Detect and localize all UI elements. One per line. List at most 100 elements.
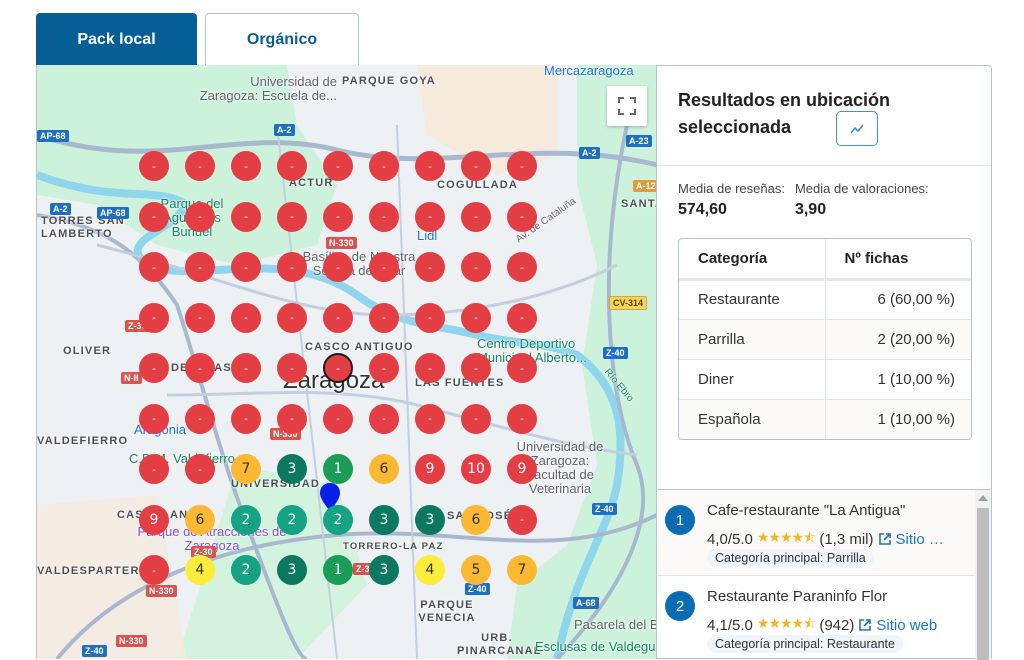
tab-pack-local[interactable]: Pack local	[36, 13, 197, 66]
grid-marker[interactable]: -	[277, 403, 307, 434]
grid-marker[interactable]: -	[323, 201, 353, 232]
grid-marker[interactable]: 3	[277, 555, 307, 585]
grid-marker[interactable]: 10	[461, 454, 491, 484]
result-name[interactable]: Cafe-restaurante "La Antigua"	[707, 502, 905, 519]
map[interactable]: PARQUE GOYA ACTUR COGULLADA TORRES SAN L…	[36, 65, 656, 659]
grid-marker[interactable]: 1	[323, 555, 353, 585]
grid-marker[interactable]: -	[415, 252, 445, 282]
grid-marker[interactable]: -	[139, 403, 169, 434]
results-scrollbar[interactable]	[975, 490, 991, 660]
poi-uni-escuela[interactable]: Universidad de Zaragoza: Escuela de...	[197, 75, 337, 103]
grid-marker[interactable]: -	[277, 151, 307, 181]
grid-marker[interactable]: 9	[415, 454, 445, 484]
grid-marker[interactable]: 9	[139, 504, 169, 535]
grid-marker[interactable]: -	[415, 201, 445, 232]
grid-marker[interactable]: -	[323, 151, 353, 181]
grid-marker[interactable]: -	[185, 353, 215, 383]
grid-marker[interactable]: 7	[231, 454, 261, 484]
grid-marker[interactable]: 6	[461, 504, 491, 535]
grid-marker[interactable]: -	[415, 151, 445, 181]
grid-marker[interactable]: 6	[185, 504, 215, 535]
grid-marker[interactable]: -	[231, 201, 261, 232]
grid-marker[interactable]: -	[369, 252, 399, 282]
grid-marker[interactable]: 5	[461, 555, 491, 585]
grid-marker[interactable]: -	[461, 353, 491, 383]
scroll-thumb[interactable]	[977, 508, 989, 660]
grid-marker[interactable]: 6	[369, 454, 399, 484]
grid-marker[interactable]: -	[369, 201, 399, 232]
grid-marker[interactable]: 2	[231, 555, 261, 585]
grid-marker[interactable]: -	[507, 201, 537, 232]
grid-marker[interactable]: 3	[277, 454, 307, 484]
poi-mercazaragoza[interactable]: Mercazaragoza	[544, 65, 634, 78]
column-header-category[interactable]: Categoría	[679, 239, 825, 281]
grid-marker[interactable]: -	[231, 403, 261, 434]
grid-marker[interactable]: 3	[369, 504, 399, 535]
website-link[interactable]: Sitio …	[878, 531, 944, 548]
grid-marker[interactable]: -	[277, 252, 307, 282]
poi-centro-deportivo[interactable]: Centro Deportivo Municipal Alberto...	[477, 337, 607, 365]
grid-marker[interactable]: -	[185, 403, 215, 434]
grid-marker[interactable]: -	[231, 353, 261, 383]
grid-marker[interactable]: -	[139, 454, 169, 484]
column-header-count[interactable]: Nº fichas	[824, 239, 971, 281]
grid-marker[interactable]: -	[461, 151, 491, 181]
grid-marker[interactable]: -	[185, 252, 215, 282]
grid-marker[interactable]: -	[139, 353, 169, 383]
grid-marker[interactable]: -	[139, 252, 169, 282]
grid-marker[interactable]: -	[231, 151, 261, 181]
tab-organico[interactable]: Orgánico	[205, 13, 359, 66]
list-item[interactable]: 1 Cafe-restaurante "La Antigua" 4,0/5.0 …	[657, 490, 975, 576]
grid-marker[interactable]: -	[507, 151, 537, 181]
grid-marker[interactable]: -	[369, 302, 399, 333]
grid-marker[interactable]: -	[369, 403, 399, 434]
grid-marker[interactable]: -	[461, 302, 491, 333]
grid-marker[interactable]: 9	[507, 454, 537, 484]
list-item[interactable]: 2 Restaurante Paraninfo Flor 4,1/5.0 ★★★…	[657, 576, 975, 660]
grid-marker[interactable]: -	[507, 353, 537, 383]
grid-marker[interactable]: -	[139, 151, 169, 181]
grid-marker[interactable]: 2	[323, 504, 353, 535]
poi-basilica[interactable]: Basílica de Nuestra Señora del Pilar	[299, 250, 419, 278]
trend-button[interactable]	[836, 111, 878, 146]
grid-marker[interactable]: -	[415, 302, 445, 333]
grid-marker[interactable]: -	[185, 151, 215, 181]
grid-marker[interactable]: -	[231, 252, 261, 282]
grid-marker[interactable]: -	[277, 353, 307, 383]
grid-marker[interactable]: 1	[323, 454, 353, 484]
grid-marker[interactable]: -	[369, 151, 399, 181]
grid-marker[interactable]: -	[277, 201, 307, 232]
grid-marker[interactable]: -	[415, 403, 445, 434]
grid-marker[interactable]: -	[185, 302, 215, 333]
grid-marker[interactable]: 2	[231, 504, 261, 535]
grid-marker[interactable]: -	[139, 555, 169, 585]
grid-marker[interactable]: 3	[369, 555, 399, 585]
grid-marker[interactable]: 4	[185, 555, 215, 585]
grid-marker[interactable]: 4	[415, 555, 445, 585]
grid-marker[interactable]: -	[323, 403, 353, 434]
poi-pasarela[interactable]: Pasarela del Bicentenario	[574, 617, 656, 632]
grid-marker[interactable]: -	[323, 252, 353, 282]
fullscreen-button[interactable]	[607, 86, 647, 126]
grid-marker[interactable]: 7	[507, 555, 537, 585]
grid-marker[interactable]: -	[277, 302, 307, 333]
grid-marker[interactable]: -	[415, 353, 445, 383]
grid-marker[interactable]: 2	[277, 504, 307, 535]
grid-marker[interactable]: -	[369, 353, 399, 383]
grid-marker[interactable]: -	[507, 403, 537, 434]
scroll-up-arrow-icon[interactable]	[978, 495, 988, 501]
grid-marker[interactable]: -	[185, 454, 215, 484]
grid-marker[interactable]: -	[461, 201, 491, 232]
grid-marker[interactable]: -	[461, 403, 491, 434]
grid-marker[interactable]: -	[231, 302, 261, 333]
grid-marker[interactable]: -	[507, 252, 537, 282]
grid-marker[interactable]: -	[323, 353, 353, 383]
result-name[interactable]: Restaurante Paraninfo Flor	[707, 588, 887, 605]
grid-marker[interactable]: -	[461, 252, 491, 282]
grid-marker[interactable]: -	[139, 201, 169, 232]
poi-esclusas[interactable]: Esclusas de Valdegurriana	[535, 639, 656, 654]
grid-marker[interactable]: -	[507, 504, 537, 535]
grid-marker[interactable]: -	[139, 302, 169, 333]
grid-marker[interactable]: -	[323, 302, 353, 333]
grid-marker[interactable]: -	[185, 201, 215, 232]
